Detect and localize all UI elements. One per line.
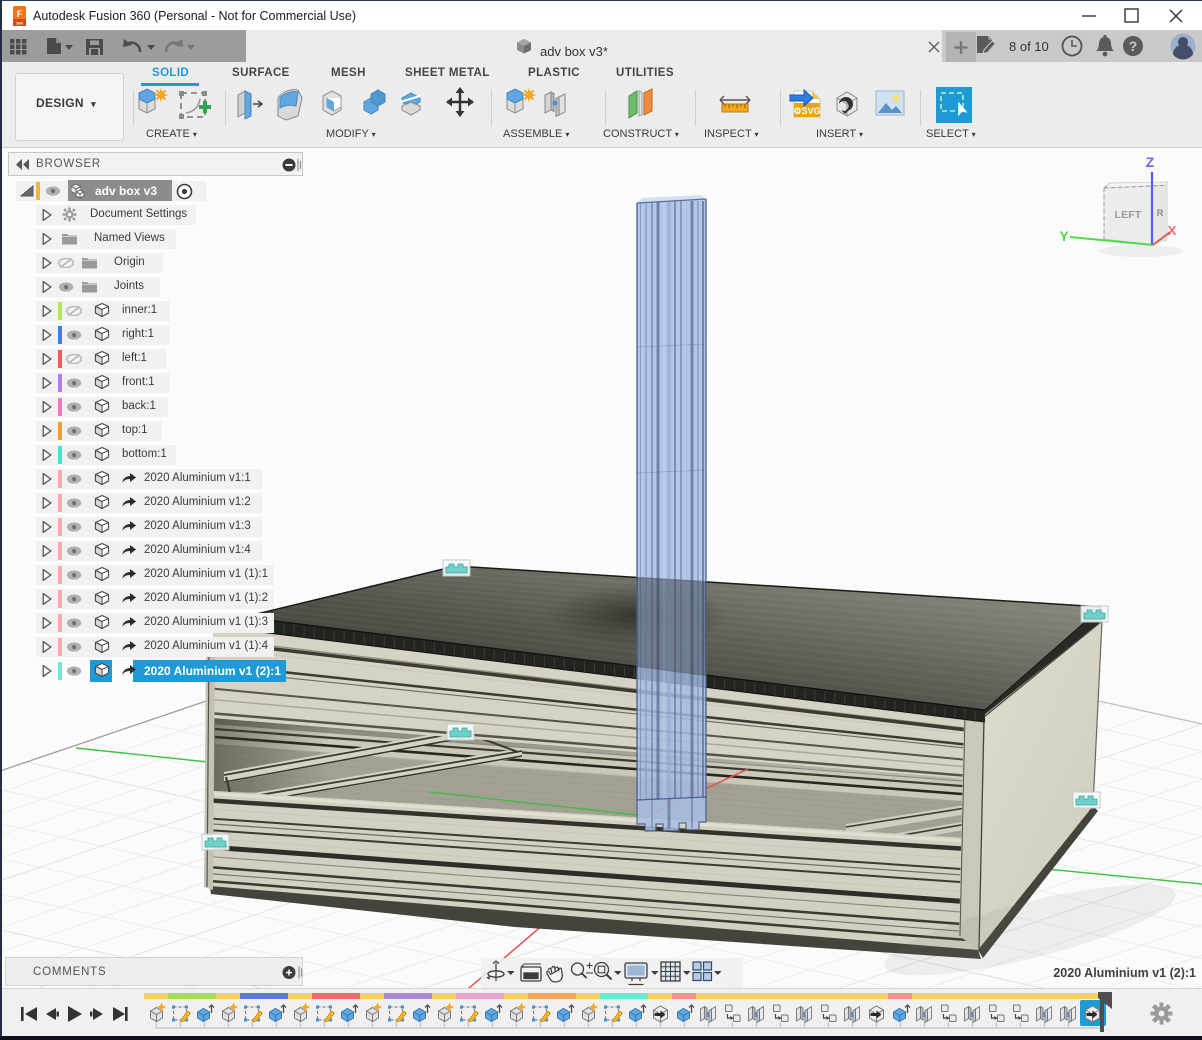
svg-text:360: 360 <box>16 21 23 26</box>
svg-text:⚙SVG: ⚙SVG <box>793 106 820 116</box>
svg-text:F: F <box>17 9 23 19</box>
svg-text:LEFT: LEFT <box>1114 209 1141 221</box>
svg-text:Z: Z <box>1146 154 1155 170</box>
svg-text:Y: Y <box>1059 228 1069 244</box>
svg-text:?: ? <box>1129 38 1138 54</box>
svg-text:X: X <box>1168 223 1177 238</box>
svg-text:R: R <box>1157 208 1164 219</box>
